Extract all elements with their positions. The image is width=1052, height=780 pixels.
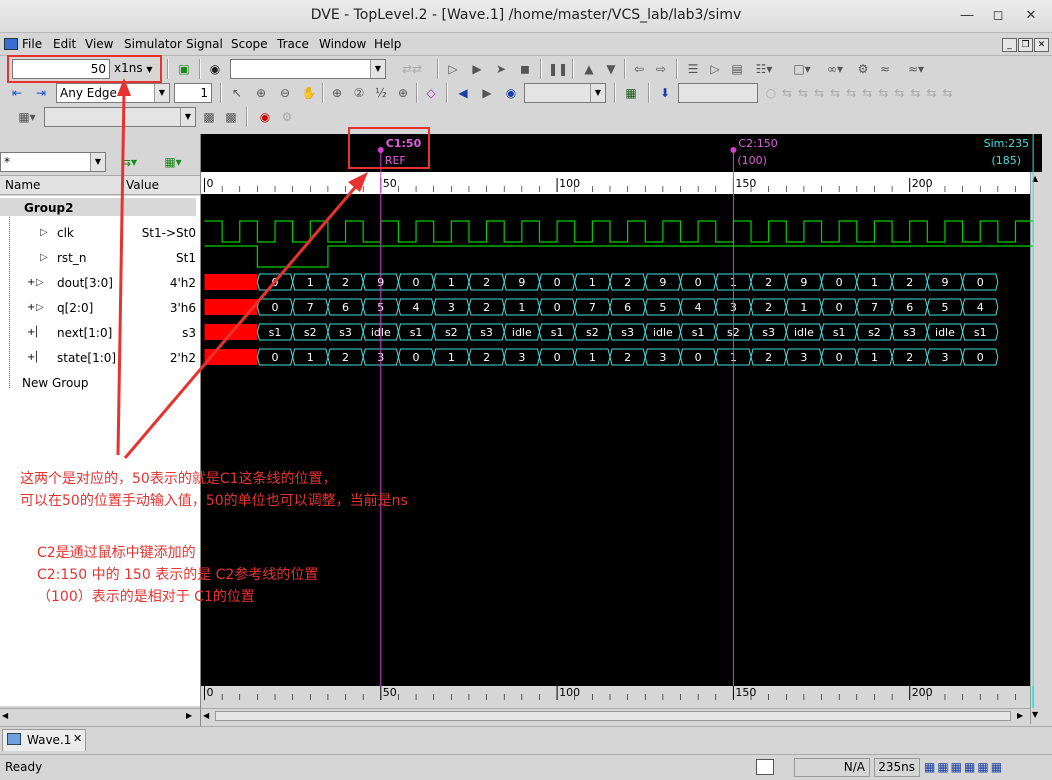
annotation-arrows [116, 78, 368, 459]
arrow-to-c1 [123, 183, 360, 459]
annotation-line-1: 这两个是对应的，50表示的就是C1这条线的位置， [20, 471, 337, 487]
annotation-line-3: C2是通过鼠标中键添加的 [37, 545, 196, 561]
annotation-line-5: （100）表示的是相对于 C1的位置 [37, 589, 255, 605]
annotation-line-4: C2:150 中的 150 表示的是 C2参考线的位置 [37, 567, 319, 583]
annotation-line-2: 可以在50的位置手动输入值，50的单位也可以调整，当前是ns [20, 493, 408, 509]
arrow-to-time-field [116, 91, 126, 456]
arrow-head [348, 172, 368, 192]
arrow-head [117, 78, 131, 96]
